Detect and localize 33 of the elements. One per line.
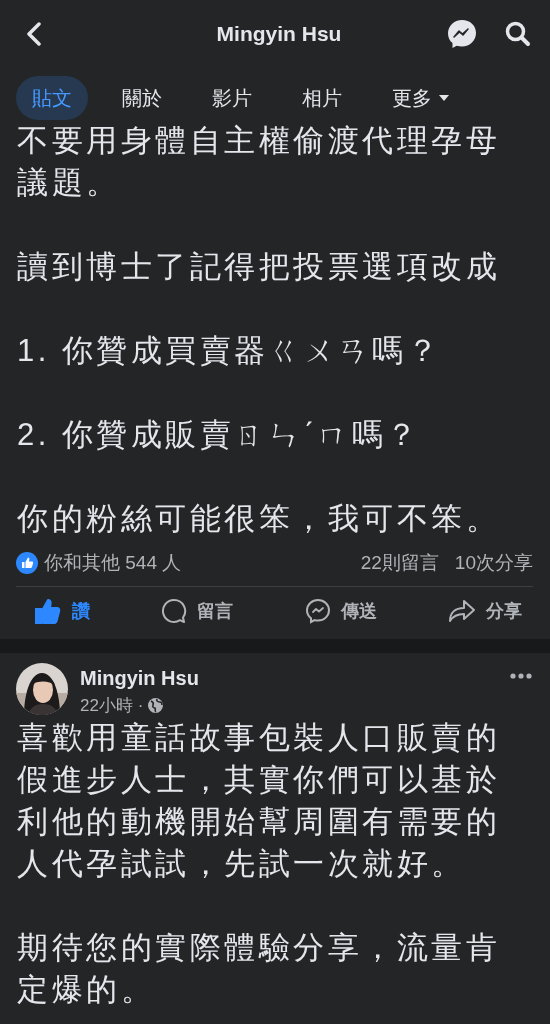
share-arrow-icon	[448, 598, 476, 624]
comment-button[interactable]: 留言	[157, 591, 238, 631]
tab[interactable]: 相片	[286, 76, 358, 120]
tab[interactable]: 影片	[196, 76, 268, 120]
post-text: 不要用身體自主權偷渡代理孕母議題。	[17, 122, 501, 202]
comment-count[interactable]: 22則留言	[360, 550, 439, 576]
reaction-count[interactable]: 你和其他 544 人	[44, 550, 182, 576]
messenger-icon[interactable]	[446, 18, 478, 50]
send-button[interactable]: 傳送	[300, 591, 381, 631]
back-icon[interactable]	[26, 22, 42, 46]
like-badge-icon	[16, 552, 38, 574]
author-name[interactable]: Mingyin Hsu	[80, 663, 498, 690]
page-title: Mingyin Hsu	[216, 22, 342, 46]
tab[interactable]: 貼文	[16, 76, 88, 120]
like-button[interactable]: 讚	[30, 591, 94, 631]
share-button[interactable]: 分享	[444, 591, 526, 631]
speech-bubble-icon	[161, 598, 188, 624]
tab[interactable]: 更多	[376, 76, 466, 120]
post-text: 喜歡用童話故事包裝人口販賣的假進步人士，其實你們可以基於利他的動機開始幫周圍有需要的人代孕試試，先試一次就好。	[17, 719, 501, 883]
post-text: 期待您的實際體驗分享，流量肯定爆的。	[17, 929, 501, 1009]
tab[interactable]: 關於	[106, 76, 178, 120]
post-time: 22小時 ·	[80, 695, 144, 717]
post-text: 2. 你贊成販賣ㄖㄣˊㄇ嗎？	[17, 416, 422, 454]
post-text: 1. 你贊成買賣器ㄍㄨㄢ嗎？	[17, 332, 443, 370]
post-text: 讀到博士了記得把投票選項改成	[17, 248, 501, 286]
post-text: 你的粉絲可能很笨，我可不笨。	[17, 500, 501, 538]
thumbs-up-icon	[34, 597, 62, 625]
globe-icon	[147, 697, 165, 714]
messenger-icon	[304, 598, 331, 624]
share-count[interactable]: 10次分享	[454, 550, 533, 576]
caret-icon	[438, 94, 450, 102]
more-options-icon[interactable]	[510, 673, 532, 679]
search-icon[interactable]	[504, 20, 532, 48]
